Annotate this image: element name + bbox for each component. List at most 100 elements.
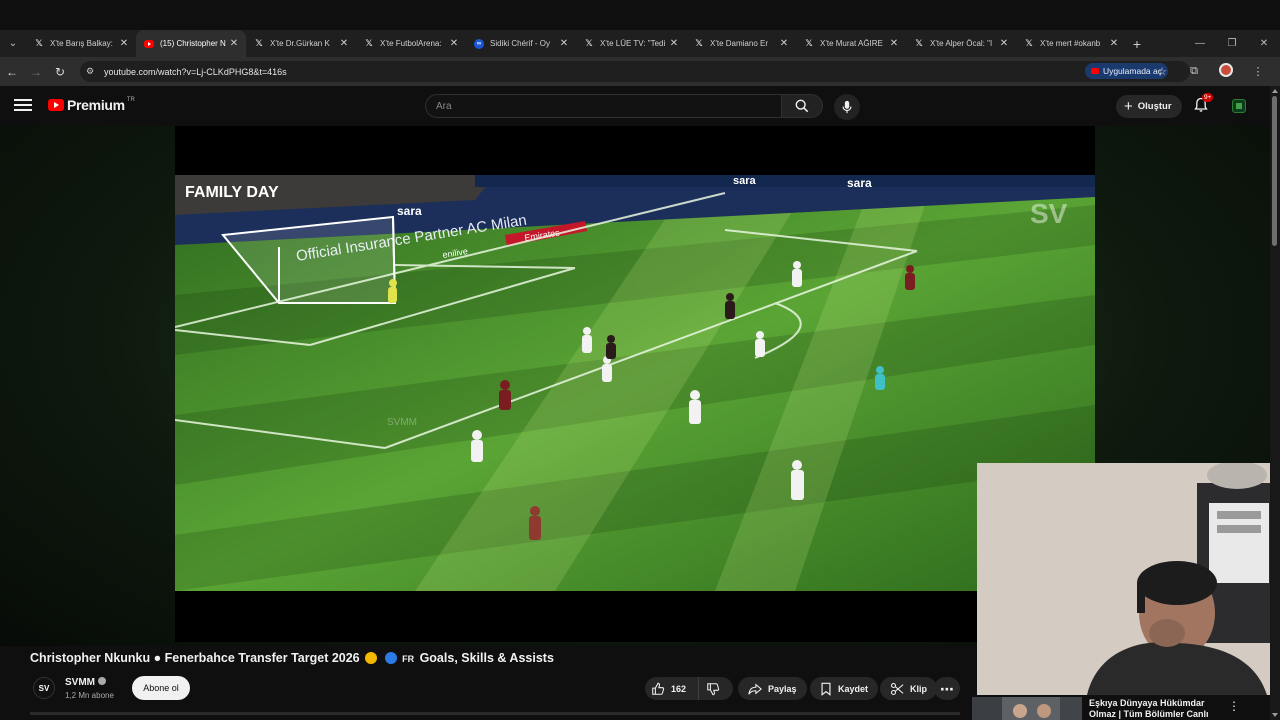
- back-icon[interactable]: ←: [0, 65, 24, 79]
- tabs-container: 𝕏 X'te Barış Balkay: ✕ (15) Christopher N ✕ 𝕏…: [26, 30, 1126, 57]
- banner-sara-3: sara: [847, 176, 872, 190]
- browser-tab-title: X'te Alper Öcal: "I: [930, 39, 993, 48]
- video-title: Christopher Nkunku ● Fenerbahce Transfer…: [30, 651, 554, 665]
- x-favicon-icon: 𝕏: [1025, 38, 1033, 48]
- channel-avatar[interactable]: SV: [33, 677, 55, 699]
- create-button[interactable]: + Oluştur: [1116, 95, 1182, 118]
- search-button[interactable]: [781, 94, 823, 118]
- tab-close-icon[interactable]: ✕: [118, 38, 130, 49]
- browser-tab[interactable]: 𝕏 X'te Dr.Gürkan K ✕: [246, 30, 356, 57]
- browser-tab[interactable]: 𝕏 X'te Barış Balkay: ✕: [26, 30, 136, 57]
- tab-close-icon[interactable]: ✕: [338, 38, 350, 49]
- close-window-icon[interactable]: ✕: [1248, 30, 1280, 57]
- browser-tab[interactable]: 𝕏 X'te Murat AĞIRE ✕: [796, 30, 906, 57]
- watermark-svmm: SVMM: [387, 417, 417, 428]
- browser-tab[interactable]: 𝕏 X'te mert #okanb ✕: [1016, 30, 1126, 57]
- forward-icon[interactable]: →: [24, 65, 48, 79]
- page-scrollbar[interactable]: [1270, 86, 1280, 720]
- microphone-icon: [842, 100, 852, 114]
- notifications-button[interactable]: 9+: [1193, 93, 1214, 118]
- verified-icon: [98, 677, 106, 685]
- recommendation-thumbnail-image: [972, 697, 1082, 720]
- subscribe-button[interactable]: Abone ol: [132, 676, 190, 700]
- profile-avatar[interactable]: [1210, 63, 1242, 80]
- browser-tab[interactable]: (15) Christopher N ✕: [136, 30, 246, 57]
- browser-tab-title: X'te Dr.Gürkan K: [270, 39, 330, 48]
- tab-close-icon[interactable]: ✕: [1108, 38, 1120, 49]
- tab-close-icon[interactable]: ✕: [228, 38, 240, 49]
- more-horizontal-icon: ⋯: [940, 680, 954, 697]
- tab-search-icon[interactable]: ⌄: [0, 30, 26, 57]
- like-button[interactable]: 162: [645, 677, 699, 700]
- subscriber-count: 1,2 Mn abone: [65, 691, 114, 700]
- new-tab-icon[interactable]: +: [1126, 36, 1148, 52]
- video-frame: FAMILY DAY sara sara sara Official Insur…: [175, 175, 1095, 591]
- youtube-mini-icon: [1090, 68, 1099, 74]
- tab-close-icon[interactable]: ✕: [778, 38, 790, 49]
- browser-tab-strip: ⌄ 𝕏 X'te Barış Balkay: ✕ (15) Christopher N…: [0, 30, 1280, 57]
- x-favicon-icon: 𝕏: [805, 38, 813, 48]
- tab-close-icon[interactable]: ✕: [998, 38, 1010, 49]
- scroll-down-icon[interactable]: [1272, 713, 1278, 717]
- like-count: 162: [671, 683, 687, 694]
- bookmark-icon: [821, 682, 831, 696]
- browser-tab[interactable]: 𝕏 X'te Damiano Er ✕: [686, 30, 796, 57]
- recommendation-title[interactable]: Eşkıya Dünyaya Hükümdar Olmaz | Tüm Bölü…: [1089, 698, 1219, 720]
- browser-tab-title: Sidiki Chérif - Oy: [490, 39, 551, 48]
- dislike-button[interactable]: [699, 682, 733, 696]
- video-player[interactable]: FAMILY DAY sara sara sara Official Insur…: [175, 126, 1095, 642]
- video-title-suffix: Goals, Skills & Assists: [419, 651, 554, 665]
- voice-search-button[interactable]: [834, 94, 860, 120]
- reload-icon[interactable]: ↻: [48, 65, 72, 79]
- webcam-overlay: [977, 463, 1280, 695]
- recommendation-thumbnail[interactable]: [972, 697, 1082, 720]
- search-input[interactable]: [436, 95, 781, 117]
- site-info-icon[interactable]: ⚙: [86, 66, 102, 77]
- youtube-logo[interactable]: Premium TR: [48, 97, 135, 113]
- browser-tab[interactable]: 𝕏 X'te Alper Öcal: "I ✕: [906, 30, 1016, 57]
- share-button[interactable]: Paylaş: [738, 677, 807, 700]
- blue-circle-icon: [384, 652, 397, 664]
- channel-name-text[interactable]: SVMM: [65, 677, 95, 688]
- browser-tab[interactable]: ∞ Sidiki Chérif - Oy ✕: [466, 30, 576, 57]
- url-text[interactable]: youtube.com/watch?v=Lj-CLKdPHG8&t=416s: [104, 67, 287, 77]
- meta-favicon-icon: ∞: [474, 38, 484, 49]
- clip-button[interactable]: Klip: [880, 677, 937, 700]
- browser-tab[interactable]: 𝕏 X'te LÜE TV: "Tedi ✕: [576, 30, 686, 57]
- browser-tab-title: X'te Murat AĞIRE: [820, 39, 883, 48]
- scrollbar-thumb[interactable]: [1272, 96, 1277, 246]
- tab-close-icon[interactable]: ✕: [558, 38, 570, 49]
- share-label: Paylaş: [768, 683, 797, 694]
- browser-tab-title: X'te Barış Balkay:: [50, 39, 113, 48]
- hamburger-menu-icon[interactable]: [14, 99, 32, 114]
- url-field[interactable]: ⚙ youtube.com/watch?v=Lj-CLKdPHG8&t=416s: [80, 61, 1190, 82]
- restore-icon[interactable]: ❐: [1216, 30, 1248, 57]
- create-label: Oluştur: [1137, 101, 1172, 112]
- channel-name[interactable]: SVMM: [65, 677, 106, 688]
- video-title-text: Christopher Nkunku ● Fenerbahce Transfer…: [30, 651, 360, 665]
- search-field[interactable]: [425, 94, 781, 118]
- tab-close-icon[interactable]: ✕: [888, 38, 900, 49]
- address-bar: ← → ↻ ⚙ youtube.com/watch?v=Lj-CLKdPHG8&…: [0, 57, 1280, 86]
- youtube-play-icon: [48, 99, 64, 111]
- browser-tab[interactable]: 𝕏 X'te FutbolArena: ✕: [356, 30, 466, 57]
- save-button[interactable]: Kaydet: [810, 677, 879, 700]
- bookmark-star-icon[interactable]: ☆: [1146, 65, 1178, 78]
- banner-sara: sara: [397, 204, 422, 218]
- banner-family-day: FAMILY DAY: [185, 184, 279, 201]
- more-actions-button[interactable]: ⋯: [934, 677, 960, 700]
- browser-menu-icon[interactable]: ⋮: [1242, 65, 1274, 78]
- share-icon: [748, 683, 762, 695]
- account-avatar[interactable]: [1232, 99, 1246, 113]
- tab-close-icon[interactable]: ✕: [448, 38, 460, 49]
- plus-icon: +: [1124, 98, 1133, 115]
- thumbs-up-icon: [652, 682, 665, 695]
- tab-close-icon[interactable]: ✕: [668, 38, 680, 49]
- minimize-icon[interactable]: —: [1184, 30, 1216, 57]
- scroll-up-icon[interactable]: [1272, 89, 1278, 93]
- extensions-icon[interactable]: ⧉: [1178, 65, 1210, 78]
- recommendation-more-icon[interactable]: ⋮: [1228, 699, 1240, 713]
- x-favicon-icon: 𝕏: [255, 38, 263, 48]
- browser-tab-title: (15) Christopher N: [160, 39, 226, 48]
- page-bottom-bar: [30, 712, 960, 715]
